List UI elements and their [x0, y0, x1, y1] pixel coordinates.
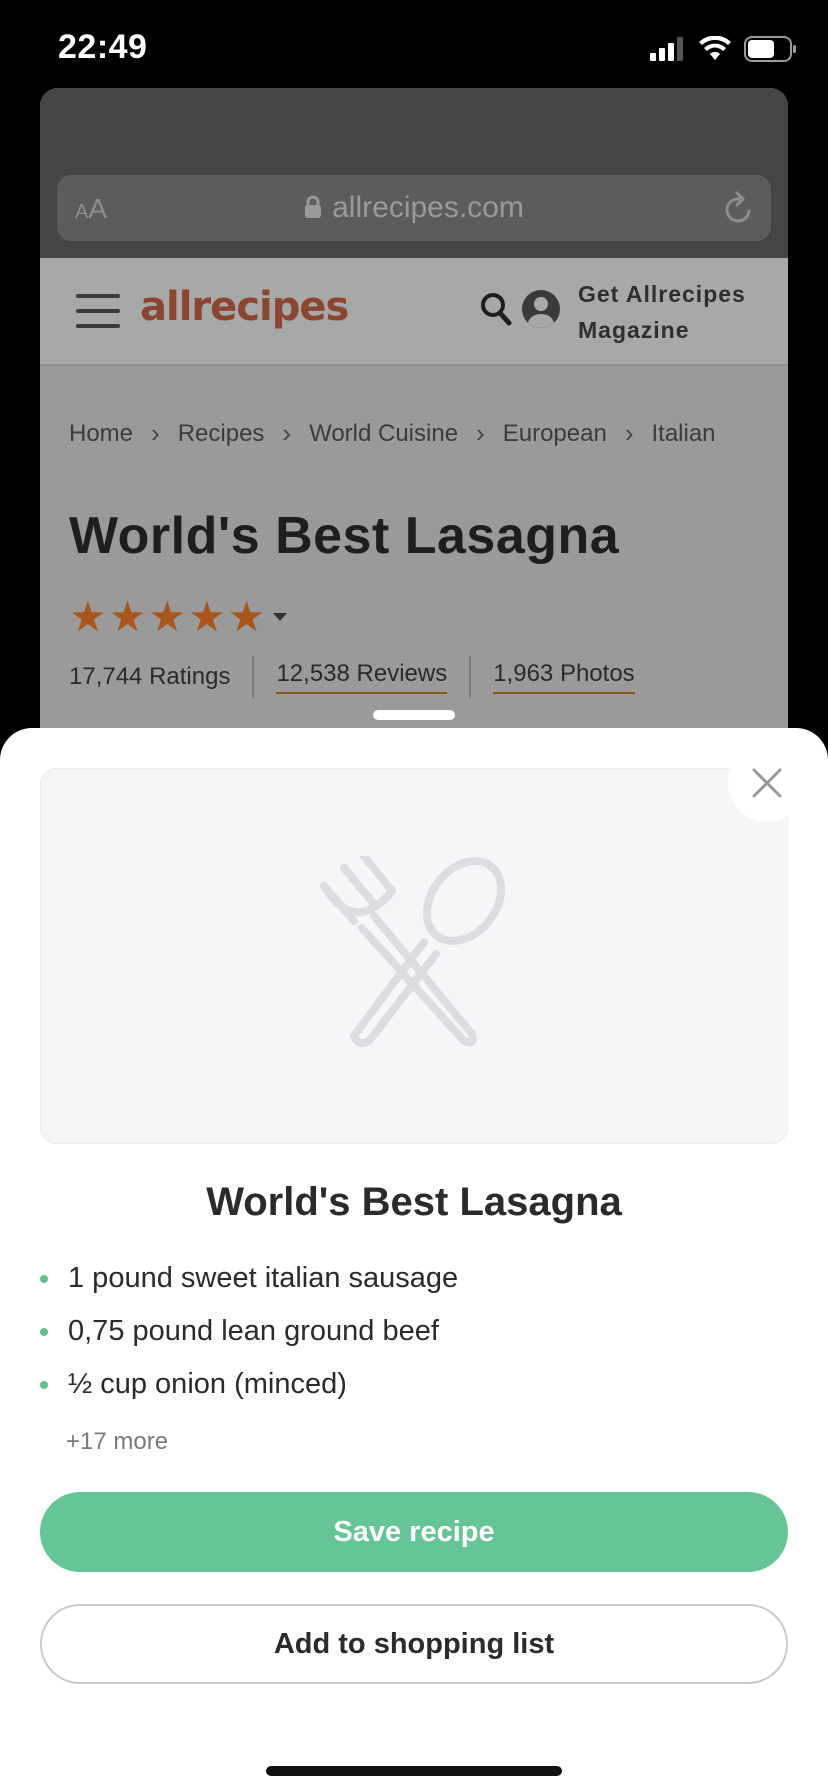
close-icon: [752, 768, 782, 798]
photos-link[interactable]: 1,963 Photos: [493, 660, 635, 694]
site-logo[interactable]: allrecipes: [140, 284, 349, 330]
lock-icon: [305, 195, 322, 218]
sheet-recipe-title: World's Best Lasagna: [206, 1180, 622, 1224]
status-bar: 22:49: [0, 0, 828, 88]
url-display[interactable]: allrecipes.com: [57, 191, 771, 225]
browser-page-card: AA allrecipes.com allrecipes Get Allreci…: [40, 88, 788, 768]
star-icon: ★: [108, 593, 147, 640]
more-ingredients-label: +17 more: [66, 1428, 169, 1455]
url-bar[interactable]: AA allrecipes.com: [57, 175, 771, 241]
sheet-grabber[interactable]: [373, 710, 455, 720]
magazine-cta-line1: Get Allrecipes: [578, 281, 746, 307]
chevron-right-icon: ›: [151, 418, 160, 448]
save-recipe-sheet: World's Best Lasagna 1 pound sweet itali…: [0, 728, 828, 1792]
status-time: 22:49: [58, 28, 148, 66]
ingredient-list: 1 pound sweet italian sausage 0,75 pound…: [36, 1258, 458, 1417]
recipe-stats: 17,744 Ratings 12,538 Reviews 1,963 Phot…: [69, 656, 635, 698]
rating-stars[interactable]: ★ ★ ★ ★ ★: [69, 593, 288, 640]
reload-icon[interactable]: [723, 191, 755, 225]
add-to-shopping-list-button[interactable]: Add to shopping list: [40, 1604, 788, 1684]
breadcrumb: Home › Recipes › World Cuisine › Europea…: [69, 418, 716, 449]
close-button[interactable]: [728, 744, 806, 822]
breadcrumb-recipes[interactable]: Recipes: [178, 420, 265, 448]
wifi-icon: [699, 36, 731, 60]
browser-chrome: AA allrecipes.com: [40, 88, 788, 258]
breadcrumb-home[interactable]: Home: [69, 420, 133, 448]
menu-icon[interactable]: [76, 294, 120, 328]
divider: [469, 656, 472, 698]
chevron-right-icon: ›: [282, 418, 292, 448]
divider: [252, 656, 255, 698]
battery-icon: [744, 36, 796, 62]
user-account-icon[interactable]: [522, 290, 560, 328]
breadcrumb-world-cuisine[interactable]: World Cuisine: [309, 420, 458, 448]
recipe-image-placeholder: [40, 768, 788, 1144]
chevron-right-icon: ›: [476, 418, 485, 448]
site-header: allrecipes Get Allrecipes Magazine: [40, 258, 788, 366]
home-indicator[interactable]: [266, 1766, 562, 1776]
save-recipe-button[interactable]: Save recipe: [40, 1492, 788, 1572]
star-icon: ★: [187, 593, 226, 640]
reviews-link[interactable]: 12,538 Reviews: [276, 660, 448, 694]
url-text: allrecipes.com: [332, 191, 524, 224]
cellular-signal-icon: [650, 37, 683, 61]
star-icon: ★: [69, 593, 107, 640]
fork-spoon-icon: [320, 856, 506, 1048]
caret-down-icon: [273, 613, 288, 621]
chevron-right-icon: ›: [624, 418, 634, 448]
ingredient-item: 1 pound sweet italian sausage: [36, 1258, 458, 1311]
star-icon: ★: [148, 593, 186, 640]
breadcrumb-european[interactable]: European: [503, 420, 607, 448]
magazine-cta-line2: Magazine: [578, 317, 690, 343]
ingredient-item: ½ cup onion (minced): [36, 1364, 458, 1417]
search-icon[interactable]: [480, 292, 512, 326]
ingredient-item: 0,75 pound lean ground beef: [36, 1311, 458, 1364]
breadcrumb-italian[interactable]: Italian: [651, 420, 715, 448]
star-icon: ★: [227, 593, 266, 640]
get-magazine-link[interactable]: Get Allrecipes Magazine: [578, 276, 778, 348]
status-icons: [650, 34, 798, 64]
page-recipe-title: World's Best Lasagna: [69, 507, 620, 565]
ratings-count: 17,744 Ratings: [69, 663, 231, 690]
